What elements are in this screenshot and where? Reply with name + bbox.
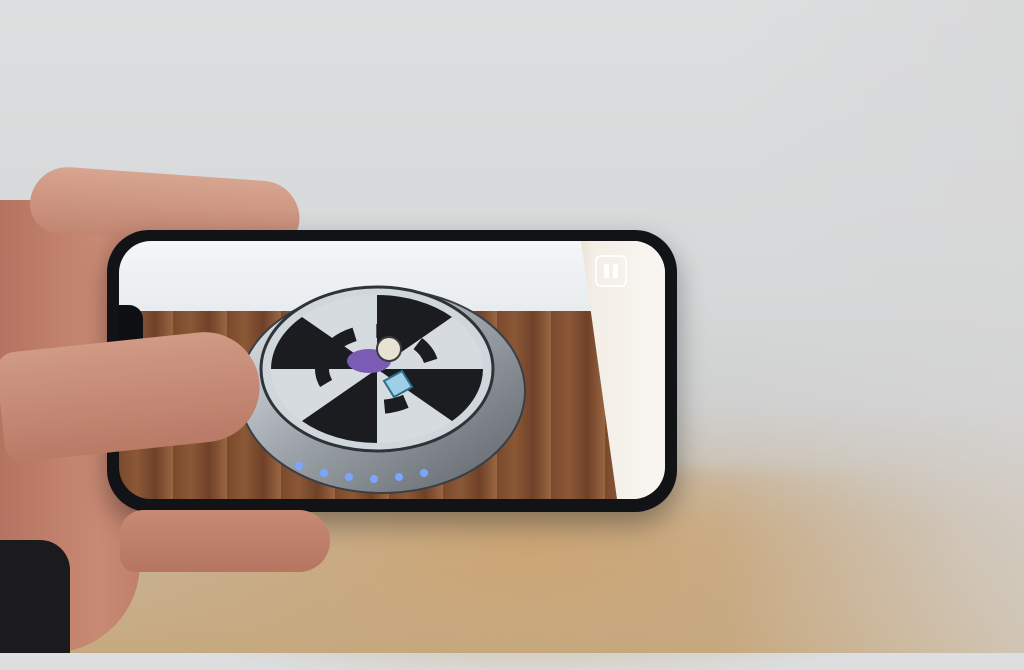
hand-finger-bottom	[120, 510, 330, 572]
pause-icon	[604, 264, 609, 278]
wall-gradient	[724, 0, 1024, 653]
pause-icon	[613, 264, 618, 278]
pause-button[interactable]	[595, 255, 627, 287]
dark-sleeve	[0, 540, 70, 653]
photo-scene	[0, 0, 1024, 670]
ar-platform	[238, 285, 526, 494]
